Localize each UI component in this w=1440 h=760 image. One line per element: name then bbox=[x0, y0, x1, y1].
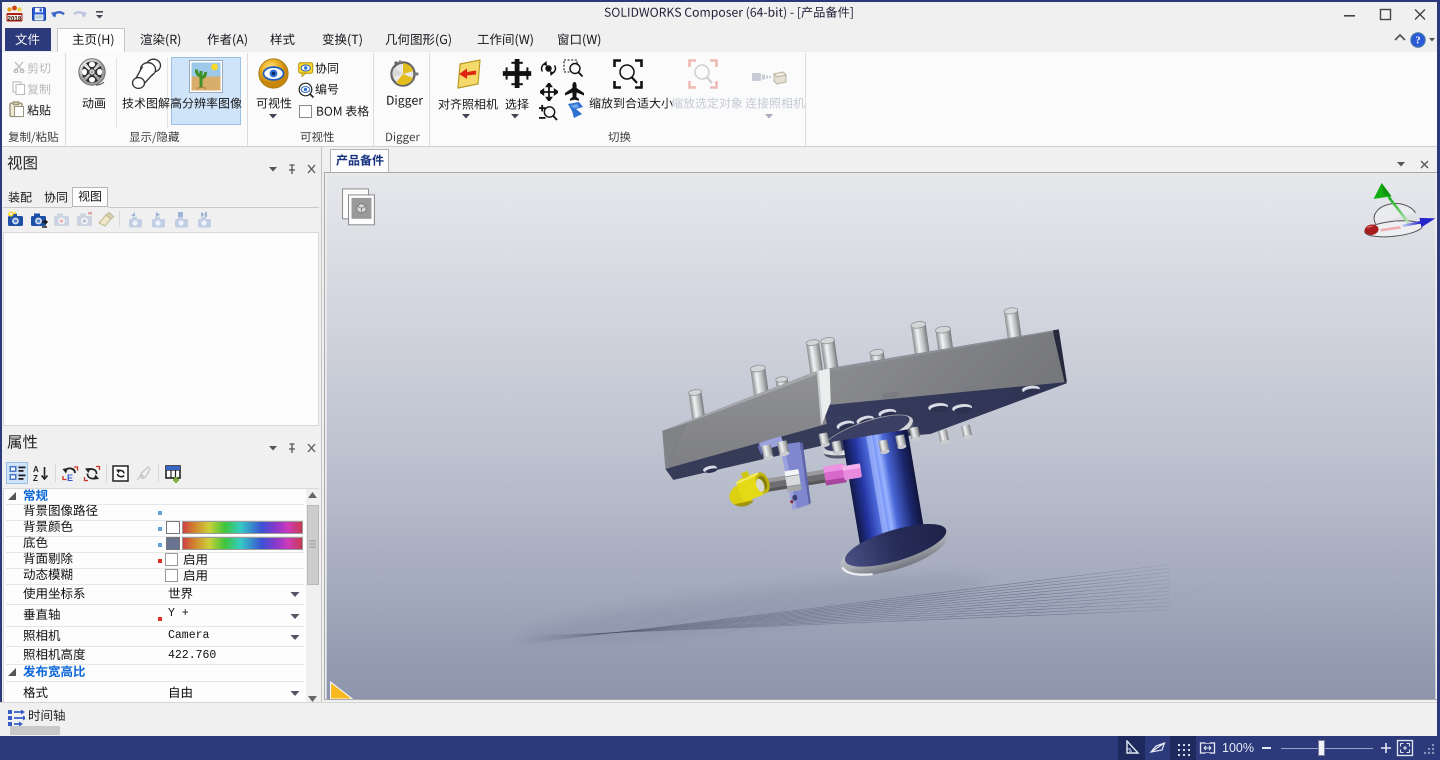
svg-text:E: E bbox=[67, 473, 73, 483]
svg-text:A: A bbox=[33, 465, 39, 474]
svg-text:2018: 2018 bbox=[8, 15, 22, 22]
svg-text:?: ? bbox=[1415, 36, 1420, 47]
svg-text:Z: Z bbox=[33, 474, 38, 482]
